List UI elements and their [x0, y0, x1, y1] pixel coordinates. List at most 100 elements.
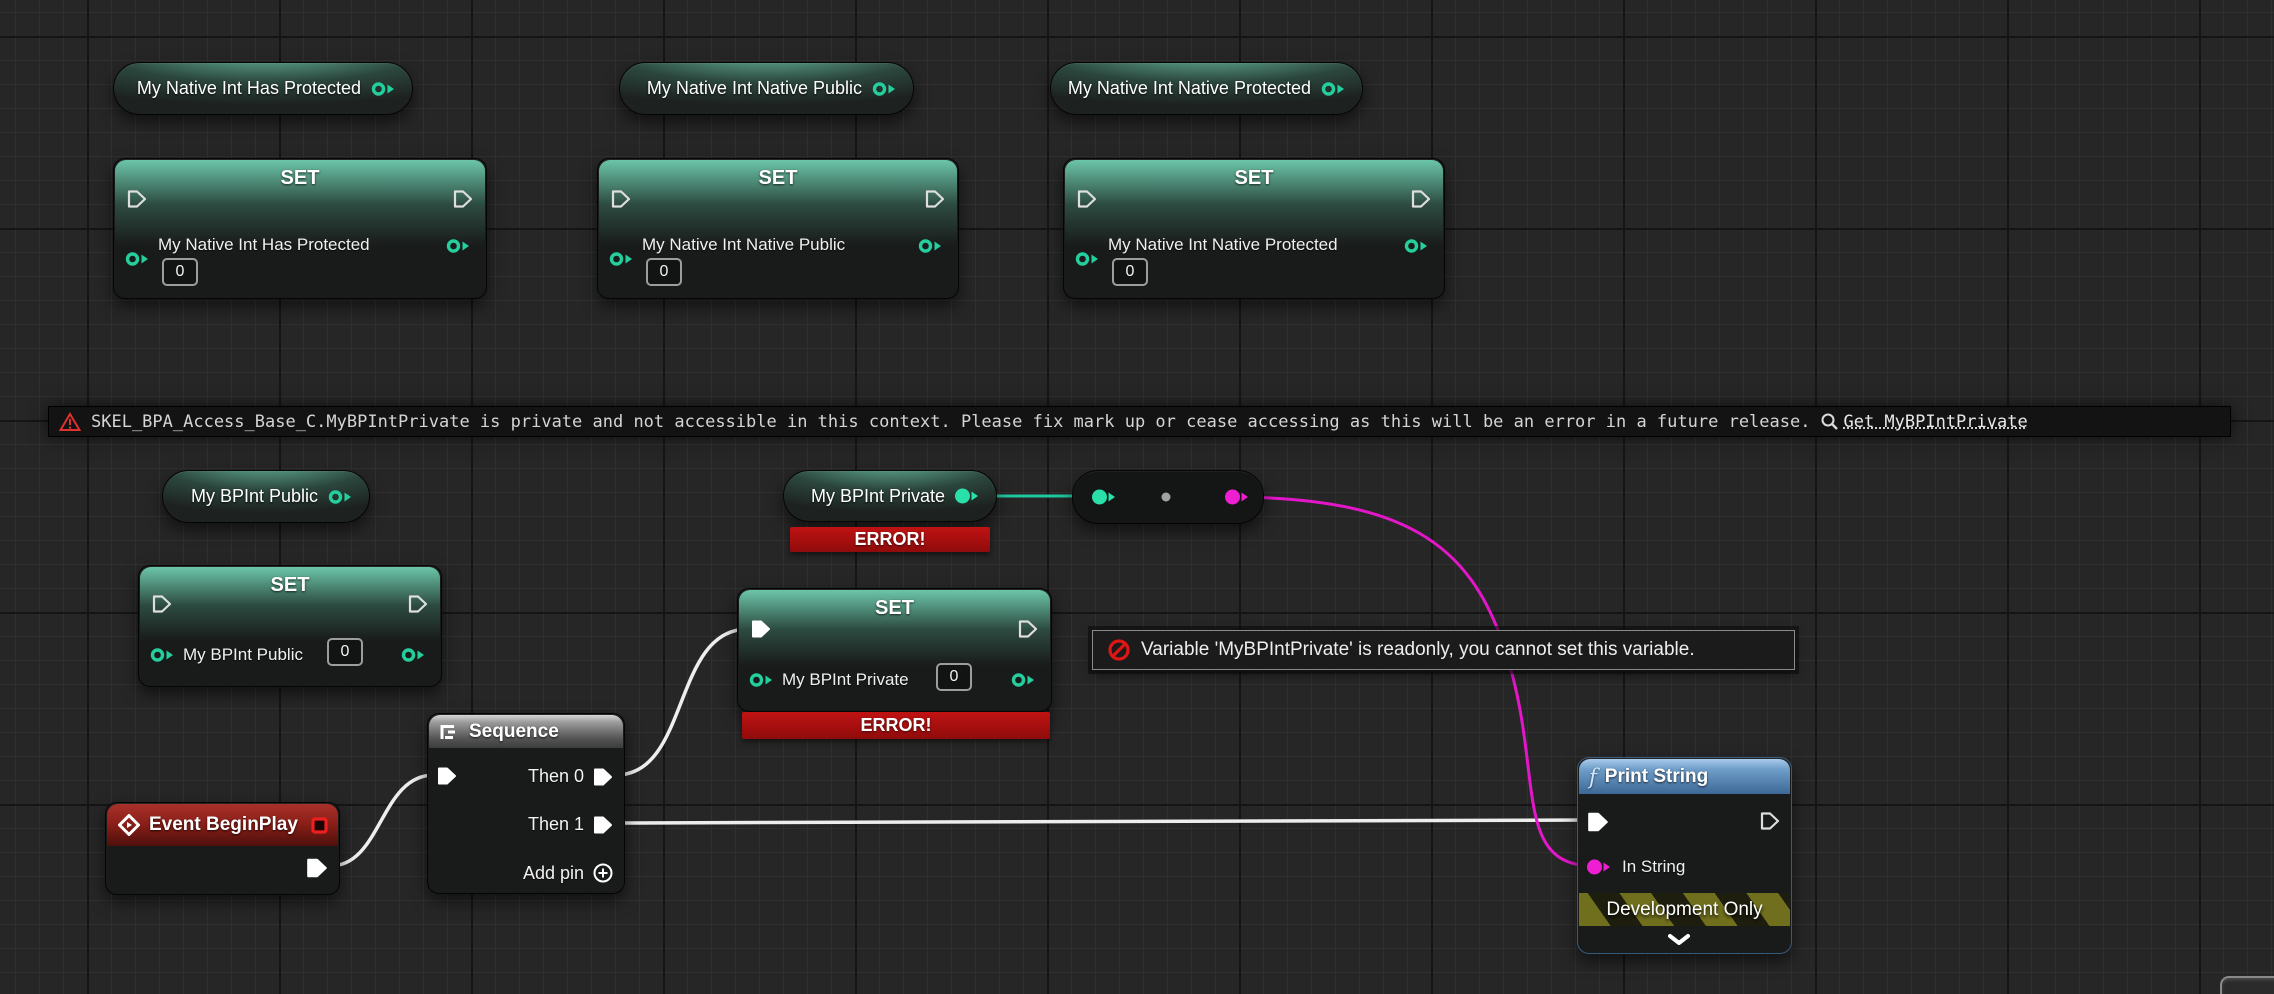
readonly-warning-tooltip: Variable 'MyBPIntPrivate' is readonly, y… — [1092, 630, 1795, 670]
development-only-banner: Development Only — [1579, 893, 1790, 926]
wire-event-to-sequence — [330, 775, 434, 866]
blueprint-graph-canvas[interactable]: My Native Int Has Protected My Native In… — [0, 0, 2274, 994]
getter-node-my-native-int-has-protected[interactable]: My Native Int Has Protected — [113, 62, 413, 115]
exec-out-pin[interactable] — [1410, 189, 1432, 209]
wire-string-to-print — [1242, 497, 1594, 866]
event-beginplay-node[interactable]: Event BeginPlay — [105, 802, 340, 895]
sequence-then0-row: Then 0 — [528, 766, 614, 787]
string-out-pin-connected[interactable] — [1224, 488, 1251, 506]
int-in-pin[interactable] — [149, 646, 176, 664]
value-input[interactable]: 0 — [1112, 258, 1148, 286]
set-pin-label: My Native Int Native Protected — [1108, 235, 1338, 255]
set-node-title: SET — [139, 574, 441, 597]
exec-in-pin[interactable] — [1076, 189, 1098, 209]
int-out-pin[interactable] — [445, 237, 472, 255]
sequence-title: Sequence — [469, 721, 559, 743]
set-node-title: SET — [738, 597, 1051, 620]
tooltip-text: Variable 'MyBPIntPrivate' is readonly, y… — [1141, 639, 1695, 661]
getter-node-my-native-int-native-public[interactable]: My Native Int Native Public — [619, 62, 914, 115]
in-string-label: In String — [1622, 857, 1685, 877]
string-in-pin-connected[interactable] — [1586, 858, 1613, 876]
int-output-pin-connected[interactable] — [954, 487, 981, 505]
error-banner-getter-private: ERROR! — [790, 527, 990, 552]
value-input[interactable]: 0 — [327, 638, 363, 666]
exec-out-pin[interactable] — [407, 594, 429, 614]
then1-exec-pin-connected[interactable] — [592, 815, 614, 835]
value-input[interactable]: 0 — [646, 258, 682, 286]
int-in-pin[interactable] — [1074, 250, 1101, 268]
getter-label: My Native Int Native Public — [647, 78, 862, 99]
event-header: Event BeginPlay — [107, 804, 338, 846]
exec-in-pin-connected[interactable] — [1586, 811, 1610, 833]
compiler-warning-text: SKEL_BPA_Access_Base_C.MyBPIntPrivate is… — [91, 412, 1810, 432]
add-pin-icon[interactable] — [592, 862, 614, 884]
int-output-pin[interactable] — [370, 80, 397, 98]
compiler-warning-link[interactable]: Get MyBPIntPrivate — [1820, 412, 2027, 432]
int-out-pin[interactable] — [1403, 237, 1430, 255]
function-icon: f — [1589, 765, 1597, 789]
search-icon — [1820, 412, 1839, 431]
int-in-pin[interactable] — [748, 671, 775, 689]
wire-then0-to-set — [616, 629, 748, 775]
set-node-my-native-int-native-public[interactable]: SET My Native Int Native Public 0 — [597, 158, 959, 299]
getter-label: My BPInt Public — [191, 486, 318, 507]
warning-triangle-icon — [59, 412, 81, 432]
int-out-pin[interactable] — [917, 237, 944, 255]
set-node-my-bpint-private[interactable]: SET My BPInt Private 0 — [737, 588, 1052, 712]
then0-label: Then 0 — [528, 766, 584, 787]
set-pin-label: My BPInt Public — [183, 645, 303, 665]
then0-exec-pin-connected[interactable] — [592, 767, 614, 787]
exec-in-pin[interactable] — [126, 189, 148, 209]
event-title: Event BeginPlay — [149, 814, 298, 836]
set-node-title: SET — [598, 167, 958, 190]
error-banner-set-private: ERROR! — [742, 712, 1050, 739]
exec-in-pin-connected[interactable] — [750, 619, 772, 639]
set-node-my-native-int-has-protected[interactable]: SET My Native Int Has Protected 0 — [113, 158, 487, 299]
print-string-header: f Print String — [1579, 759, 1790, 794]
int-out-pin[interactable] — [400, 646, 427, 664]
exec-out-pin[interactable] — [1017, 619, 1039, 639]
exec-out-pin[interactable] — [1759, 811, 1781, 831]
value-input[interactable]: 0 — [162, 258, 198, 286]
getter-label: My Native Int Has Protected — [137, 78, 361, 99]
compiler-warning-bar: SKEL_BPA_Access_Base_C.MyBPIntPrivate is… — [48, 406, 2231, 437]
getter-label: My Native Int Native Protected — [1068, 78, 1311, 99]
exec-out-pin[interactable] — [924, 189, 946, 209]
value-input[interactable]: 0 — [936, 663, 972, 691]
int-in-pin[interactable] — [124, 250, 151, 268]
print-string-title: Print String — [1605, 766, 1708, 788]
set-node-my-native-int-native-protected[interactable]: SET My Native Int Native Protected 0 — [1063, 158, 1445, 299]
int-in-pin-connected[interactable] — [1091, 488, 1118, 506]
set-pin-label: My BPInt Private — [782, 670, 909, 690]
exec-out-pin-connected[interactable] — [305, 857, 329, 879]
sequence-then1-row: Then 1 — [528, 814, 614, 835]
exec-in-pin-connected[interactable] — [436, 766, 458, 786]
no-entry-icon — [1107, 638, 1131, 662]
exec-in-pin[interactable] — [610, 189, 632, 209]
set-pin-label: My Native Int Native Public — [642, 235, 845, 255]
wire-then1-to-print — [616, 820, 1592, 823]
getter-node-my-native-int-native-protected[interactable]: My Native Int Native Protected — [1050, 62, 1363, 115]
getter-node-my-bpint-public[interactable]: My BPInt Public — [162, 470, 370, 523]
int-output-pin[interactable] — [871, 80, 898, 98]
exec-out-pin[interactable] — [452, 189, 474, 209]
set-node-my-bpint-public[interactable]: SET My BPInt Public 0 — [138, 565, 442, 687]
int-out-pin[interactable] — [1010, 671, 1037, 689]
sequence-header: Sequence — [429, 715, 623, 748]
then1-label: Then 1 — [528, 814, 584, 835]
print-string-node[interactable]: f Print String In String Development Onl… — [1577, 757, 1792, 954]
sequence-node[interactable]: Sequence Then 0 Then 1 Add pin — [427, 713, 625, 894]
int-output-pin[interactable] — [327, 488, 354, 506]
int-output-pin[interactable] — [1320, 80, 1347, 98]
getter-node-my-bpint-private[interactable]: My BPInt Private — [783, 470, 997, 522]
convert-dot-icon — [1161, 492, 1171, 502]
add-pin-label: Add pin — [523, 863, 584, 884]
sequence-icon — [439, 723, 461, 741]
int-in-pin[interactable] — [608, 250, 635, 268]
add-pin-row[interactable]: Add pin — [523, 862, 614, 884]
delegate-pin[interactable] — [311, 817, 328, 834]
exec-in-pin[interactable] — [151, 594, 173, 614]
convert-int-to-string-node[interactable] — [1072, 470, 1264, 524]
chevron-down-icon[interactable] — [1666, 933, 1692, 946]
offscreen-node-corner[interactable] — [2220, 976, 2274, 994]
